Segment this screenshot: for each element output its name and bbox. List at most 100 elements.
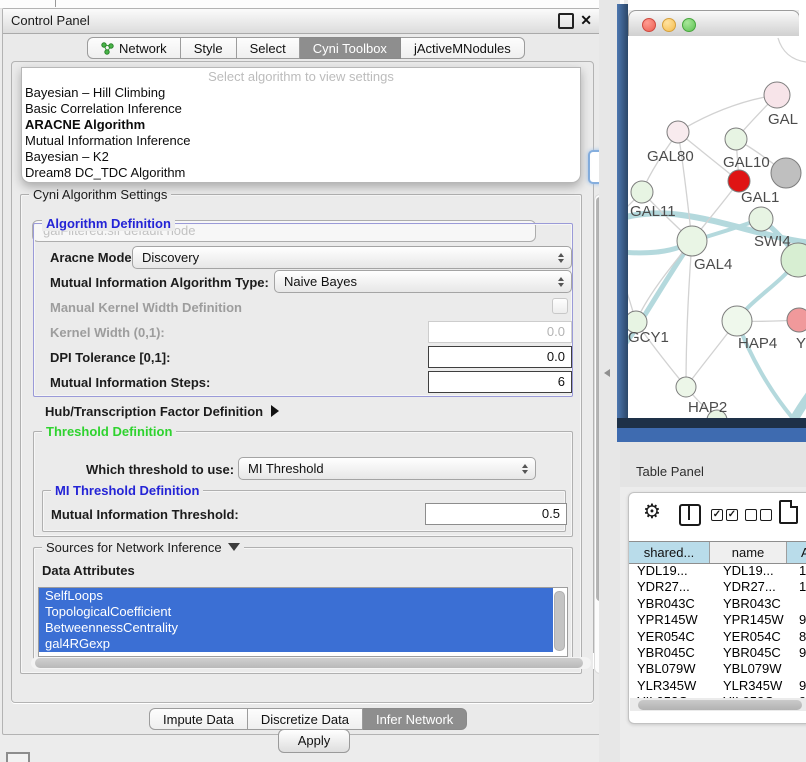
cell[interactable]: 9. [793,678,806,694]
node-gal4[interactable] [677,226,707,256]
algorithm-option[interactable]: Bayesian – K2 [22,149,580,165]
table-row[interactable]: YBR045CYBR045C9. [629,645,806,661]
table-horizontal-scrollbar[interactable] [630,698,806,711]
tab-impute-data[interactable]: Impute Data [149,708,248,730]
list-item[interactable]: SelfLoops [39,588,553,604]
settings-horizontal-scrollbar[interactable] [31,657,591,669]
algorithm-option[interactable]: Bayesian – Hill Climbing [22,85,580,101]
cell[interactable]: 8. [793,629,806,645]
apply-button[interactable]: Apply [278,729,350,753]
tab-infer-network[interactable]: Infer Network [363,708,467,730]
tab-discretize-data[interactable]: Discretize Data [248,708,363,730]
cell[interactable] [793,661,806,677]
split-columns-icon[interactable] [679,504,701,526]
algorithm-option-selected[interactable]: ARACNE Algorithm [22,117,580,133]
tab-cyni-toolbox[interactable]: Cyni Toolbox [300,37,401,59]
document-icon[interactable] [779,500,798,524]
gear-icon[interactable]: ⚙ [643,499,661,524]
mi-threshold-field[interactable]: 0.5 [425,503,567,525]
table-row[interactable]: YBR043CYBR043C [629,596,806,612]
cell[interactable]: YBR043C [629,596,717,612]
cell[interactable]: YBR045C [629,645,717,661]
node-hap4[interactable] [722,306,752,336]
cell[interactable]: YER054C [717,629,793,645]
cell[interactable]: YER054C [629,629,717,645]
table-row[interactable]: YER054CYER054C8. [629,629,806,645]
node-gray[interactable] [771,158,801,188]
tab-jactivemnodules[interactable]: jActiveMNodules [401,37,525,59]
node-gal-top[interactable] [764,82,790,108]
cell[interactable]: 12 [793,579,806,595]
which-threshold-select[interactable]: MI Threshold [238,457,536,480]
aracne-mode-select[interactable]: Discovery [132,246,572,269]
column-header-name[interactable]: name [710,542,787,563]
list-item[interactable]: gal4RGexp [39,636,553,652]
kernel-width-field[interactable]: 0.0 [428,321,572,343]
select-all-checkboxes-icon[interactable]: ✓ ✓ [711,509,738,521]
close-traffic-light-icon[interactable] [642,18,656,32]
minimize-traffic-light-icon[interactable] [662,18,676,32]
tab-cyni-toolbox-label: Cyni Toolbox [313,41,387,56]
node-label: GAL11 [630,203,676,220]
node-hap2[interactable] [676,377,696,397]
table-row[interactable]: YDL19...YDL19...13 [629,563,806,579]
cell[interactable]: YDR27... [629,579,717,595]
collapse-icon[interactable] [228,543,240,551]
column-header-partial[interactable]: A [787,542,806,563]
algorithm-option[interactable]: Dream8 DC_TDC Algorithm [22,165,580,181]
cell[interactable]: YLR345W [717,678,793,694]
docked-panel-icon[interactable] [6,752,30,762]
cell[interactable]: YPR145W [717,612,793,628]
mi-steps-field[interactable]: 6 [428,371,572,393]
scrollbar-thumb[interactable] [638,700,802,710]
scrollbar-thumb[interactable] [35,658,583,668]
cell[interactable]: 13 [793,563,806,579]
cell[interactable]: 9. [793,612,806,628]
edge [686,241,692,387]
network-window-titlebar[interactable] [628,10,800,38]
table-row[interactable]: YLR345WYLR345W9. [629,678,806,694]
expand-right-icon [271,405,279,417]
algorithm-option[interactable]: Mutual Information Inference [22,133,580,149]
cell[interactable]: YBR043C [717,596,793,612]
cell[interactable]: YDL19... [717,563,793,579]
network-canvas[interactable]: GAL GAL80 GAL10 GAL1 GAL11 GAL4 SWI4 GCY… [628,36,806,418]
close-icon[interactable]: ✕ [580,12,592,29]
cell[interactable]: YBL079W [717,661,793,677]
node-gal10[interactable] [725,128,747,150]
column-header-shared[interactable]: shared... [629,542,710,563]
mi-algorithm-type-select[interactable]: Naive Bayes [274,270,572,293]
table-row[interactable]: YBL079WYBL079W [629,661,806,677]
node-gal11[interactable] [631,181,653,203]
dpi-tolerance-field[interactable]: 0.0 [428,346,572,368]
network-icon [101,42,114,55]
algorithm-option[interactable]: Basic Correlation Inference [22,101,580,117]
list-scrollbar-thumb[interactable] [554,591,565,651]
node-y-right[interactable] [787,308,806,332]
cell[interactable]: YDR27... [717,579,793,595]
threshold-definition-group: Threshold Definition Which threshold to … [33,431,573,537]
tab-select[interactable]: Select [237,37,300,59]
deselect-all-checkboxes-icon[interactable] [745,509,772,521]
node-gal80[interactable] [667,121,689,143]
zoom-traffic-light-icon[interactable] [682,18,696,32]
list-item[interactable]: BetweennessCentrality [39,620,553,636]
list-item[interactable]: TopologicalCoefficient [39,604,553,620]
table-row[interactable]: YPR145WYPR145W9. [629,612,806,628]
tab-network[interactable]: Network [87,37,181,59]
manual-kernel-width-checkbox[interactable] [552,298,568,314]
cell[interactable]: YDL19... [629,563,717,579]
hub-definition-toggle[interactable]: Hub/Transcription Factor Definition [45,404,279,419]
cell[interactable]: YPR145W [629,612,717,628]
cell[interactable] [793,596,806,612]
network-window-top [628,0,806,10]
node-swi4[interactable] [749,207,773,231]
cell[interactable]: YBR045C [717,645,793,661]
cell[interactable]: YLR345W [629,678,717,694]
table-row[interactable]: YDR27...YDR27...12 [629,579,806,595]
float-icon[interactable] [558,13,574,29]
cell[interactable]: YBL079W [629,661,717,677]
cell[interactable]: 9. [793,645,806,661]
data-attributes-list[interactable]: SelfLoops TopologicalCoefficient Between… [38,587,568,657]
tab-style[interactable]: Style [181,37,237,59]
